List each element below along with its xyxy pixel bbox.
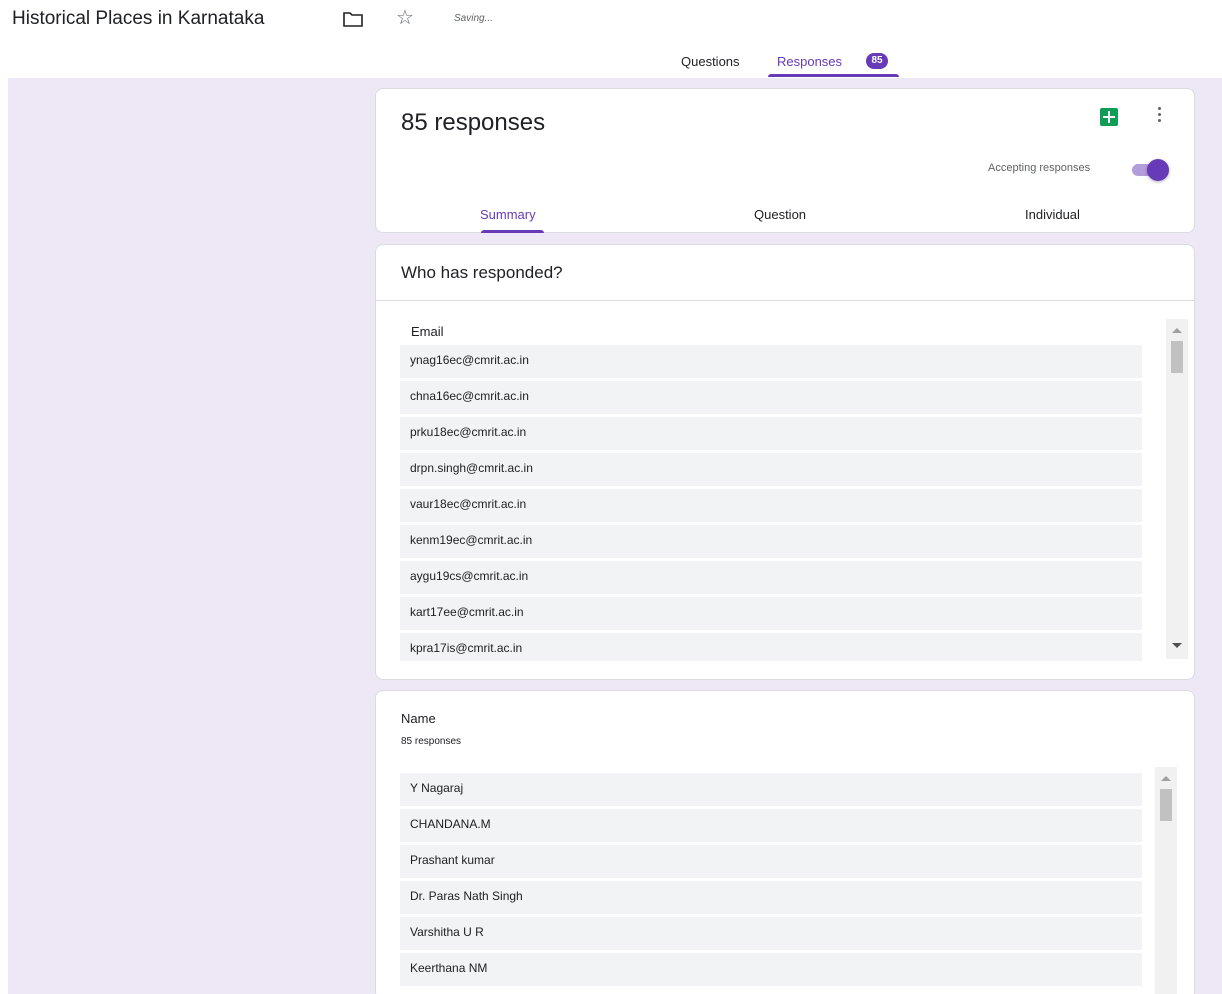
answer-row: Y Nagaraj	[400, 773, 1142, 806]
subtab-question[interactable]: Question	[754, 207, 806, 222]
responses-summary-card: 85 responses Accepting responses Summary…	[375, 88, 1195, 233]
sheets-icon[interactable]	[1100, 108, 1118, 126]
more-options-icon[interactable]	[1158, 107, 1162, 125]
form-tabs: Questions Responses	[0, 40, 1222, 78]
question-response-count: 85 responses	[401, 736, 462, 747]
email-row: drpn.singh@cmrit.ac.in	[400, 453, 1142, 486]
email-row: prku18ec@cmrit.ac.in	[400, 417, 1142, 450]
responses-count-badge: 85	[866, 53, 888, 69]
scroll-up-arrow-icon[interactable]	[1161, 776, 1171, 781]
star-icon[interactable]: ☆	[396, 5, 414, 30]
scroll-down-arrow-icon[interactable]	[1172, 643, 1182, 648]
subtab-individual[interactable]: Individual	[1025, 207, 1080, 222]
accepting-responses-toggle[interactable]	[1130, 159, 1169, 181]
answer-row: Keerthana NM	[400, 953, 1142, 986]
responses-count-title: 85 responses	[401, 109, 546, 136]
divider	[376, 300, 1194, 301]
email-row: kart17ee@cmrit.ac.in	[400, 597, 1142, 630]
email-column-header: Email	[411, 324, 444, 339]
active-tab-indicator	[768, 74, 899, 77]
accepting-responses-label: Accepting responses	[988, 162, 1091, 174]
answer-row: Prashant kumar	[400, 845, 1142, 878]
form-title[interactable]: Historical Places in Karnataka	[12, 8, 264, 30]
tab-responses[interactable]: Responses	[777, 54, 842, 69]
email-row: kpra17is@cmrit.ac.in	[400, 633, 1142, 661]
answer-row: Dr. Paras Nath Singh	[400, 881, 1142, 914]
scroll-up-arrow-icon[interactable]	[1172, 328, 1182, 333]
who-responded-card: Who has responded? Email ynag16ec@cmrit.…	[375, 244, 1195, 680]
name-question-card: Name 85 responses Y Nagaraj CHANDANA.M P…	[375, 690, 1195, 994]
answer-row: CHANDANA.M	[400, 809, 1142, 842]
answer-row: Varshitha U R	[400, 917, 1142, 950]
question-title: Name	[401, 711, 436, 726]
email-row: ynag16ec@cmrit.ac.in	[400, 345, 1142, 378]
folder-icon[interactable]	[342, 9, 364, 29]
subtab-summary[interactable]: Summary	[480, 207, 536, 222]
email-list-scrollbar[interactable]	[1166, 319, 1188, 659]
active-subtab-indicator	[481, 230, 544, 233]
email-row: vaur18ec@cmrit.ac.in	[400, 489, 1142, 522]
saving-status: Saving...	[454, 13, 493, 24]
toggle-knob	[1147, 159, 1169, 181]
email-row: chna16ec@cmrit.ac.in	[400, 381, 1142, 414]
tab-questions[interactable]: Questions	[681, 54, 740, 69]
name-list-scrollbar[interactable]	[1155, 767, 1177, 994]
name-answer-list[interactable]: Y Nagaraj CHANDANA.M Prashant kumar Dr. …	[400, 773, 1142, 994]
scroll-thumb[interactable]	[1171, 341, 1183, 373]
who-responded-title: Who has responded?	[401, 263, 563, 282]
app-header: Historical Places in Karnataka ☆ Saving.…	[0, 0, 1222, 40]
email-row: kenm19ec@cmrit.ac.in	[400, 525, 1142, 558]
email-list[interactable]: ynag16ec@cmrit.ac.in chna16ec@cmrit.ac.i…	[400, 345, 1142, 661]
scroll-thumb[interactable]	[1160, 789, 1172, 821]
email-row: aygu19cs@cmrit.ac.in	[400, 561, 1142, 594]
